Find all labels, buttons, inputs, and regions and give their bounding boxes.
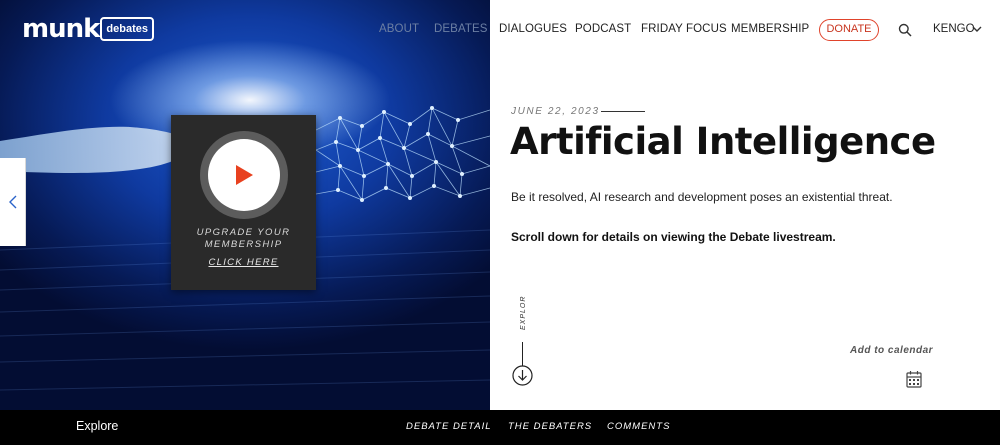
play-icon (236, 165, 253, 185)
debate-resolution: Be it resolved, AI research and developm… (511, 190, 893, 204)
chevron-down-icon[interactable] (972, 25, 982, 33)
calendar-icon[interactable] (906, 370, 922, 388)
search-icon[interactable] (898, 23, 912, 37)
nav-debates[interactable]: DEBATES (434, 23, 488, 35)
page-title: Artificial Intelligence (510, 120, 936, 163)
nav-about[interactable]: ABOUT (379, 23, 419, 35)
explore-vertical-text: EXPLORE (520, 296, 527, 330)
tab-debate-detail[interactable]: DEBATE DETAIL (406, 421, 492, 432)
nav-dialogues[interactable]: DIALOGUES (499, 23, 567, 35)
play-button[interactable] (200, 131, 288, 219)
debate-date: JUNE 22, 2023 (511, 106, 600, 117)
video-paywall-card: UPGRADE YOUR MEMBERSHIP CLICK HERE (171, 115, 316, 290)
nav-podcast[interactable]: PODCAST (575, 23, 631, 35)
nav-friday-focus[interactable]: FRIDAY FOCUS (641, 23, 727, 35)
upgrade-text-line: MEMBERSHIP (204, 239, 283, 250)
bottom-nav-bar: Explore DEBATE DETAIL THE DEBATERS COMME… (0, 410, 1000, 445)
human-hand-graphic (0, 126, 198, 173)
donate-button[interactable]: DONATE (819, 19, 879, 41)
arrow-down-circle-icon[interactable] (512, 365, 533, 386)
livestream-note: Scroll down for details on viewing the D… (511, 230, 836, 244)
explore-vertical-label: EXPLORE (520, 296, 527, 330)
explore-label[interactable]: Explore (76, 419, 118, 433)
click-here-link[interactable]: CLICK HERE (171, 257, 316, 268)
add-to-calendar-link[interactable]: Add to calendar (850, 345, 933, 356)
upgrade-membership-text: UPGRADE YOUR MEMBERSHIP (171, 227, 316, 251)
tab-the-debaters[interactable]: THE DEBATERS (508, 421, 592, 432)
nav-membership[interactable]: MEMBERSHIP (731, 23, 809, 35)
explore-line (522, 342, 523, 366)
chevron-left-icon (8, 195, 16, 209)
date-divider (601, 111, 645, 112)
upgrade-text-line: UPGRADE YOUR (196, 227, 291, 238)
carousel-prev-button[interactable] (0, 158, 26, 246)
play-button-inner (208, 139, 280, 211)
user-menu[interactable]: KENGO (933, 23, 975, 35)
tab-comments[interactable]: COMMENTS (607, 421, 670, 432)
